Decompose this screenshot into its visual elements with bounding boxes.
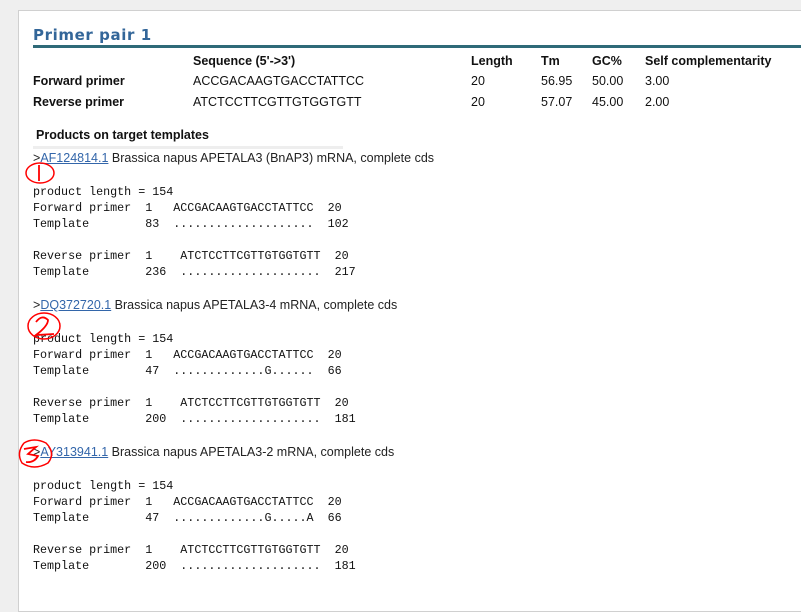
- primer-table: Sequence (5'->3') Length Tm GC% Self com…: [33, 51, 771, 112]
- primer-table-header: Sequence (5'->3') Length Tm GC% Self com…: [33, 51, 771, 70]
- product-header: >DQ372720.1 Brassica napus APETALA3-4 mR…: [33, 298, 397, 312]
- primer-pair-panel: Primer pair 1 Sequence (5'->3') Length T…: [18, 10, 801, 612]
- header-tm: Tm: [541, 53, 560, 68]
- primer-length: 20: [471, 73, 485, 88]
- primer-sequence: ACCGACAAGTGACCTATTCC: [193, 73, 365, 88]
- primer-length: 20: [471, 94, 485, 109]
- primer-name: Reverse primer: [33, 94, 125, 109]
- annotation-circle-3: [18, 439, 53, 468]
- primer-gc: 50.00: [592, 73, 624, 88]
- table-row-reverse: Reverse primer ATCTCCTTCGTTGTGGTGTT 20 5…: [33, 91, 771, 112]
- primer-tm: 57.07: [541, 94, 573, 109]
- alignment-block: product length = 154 Forward primer 1 AC…: [33, 332, 356, 426]
- alignment-block: product length = 154 Forward primer 1 AC…: [33, 479, 356, 573]
- primer-gc: 45.00: [592, 94, 624, 109]
- product-description: Brassica napus APETALA3-4 mRNA, complete…: [111, 298, 398, 312]
- primer-tm: 56.95: [541, 73, 573, 88]
- table-row-forward: Forward primer ACCGACAAGTGACCTATTCC 20 5…: [33, 70, 771, 91]
- primer-name: Forward primer: [33, 73, 125, 88]
- primer-self-comp: 2.00: [645, 94, 670, 109]
- header-self-comp: Self complementarity: [645, 53, 772, 68]
- product-header: >AF124814.1 Brassica napus APETALA3 (BnA…: [33, 151, 434, 165]
- product-header: >AY313941.1 Brassica napus APETALA3-2 mR…: [33, 445, 394, 459]
- annotation-circle-2: [27, 312, 61, 340]
- header-length: Length: [471, 53, 513, 68]
- annotation-circle-1: [25, 162, 55, 184]
- title-underline: [33, 45, 801, 48]
- header-cell: [33, 51, 193, 70]
- products-heading: Products on target templates: [36, 128, 209, 142]
- primer-sequence: ATCTCCTTCGTTGTGGTGTT: [193, 94, 362, 109]
- primer-pair-title: Primer pair 1: [33, 26, 152, 44]
- header-sequence: Sequence (5'->3'): [193, 53, 296, 68]
- header-gc: GC%: [592, 53, 622, 68]
- product-description: Brassica napus APETALA3 (BnAP3) mRNA, co…: [108, 151, 435, 165]
- product-description: Brassica napus APETALA3-2 mRNA, complete…: [108, 445, 395, 459]
- products-heading-rule: [33, 146, 343, 149]
- primer-self-comp: 3.00: [645, 73, 670, 88]
- alignment-block: product length = 154 Forward primer 1 AC…: [33, 185, 356, 279]
